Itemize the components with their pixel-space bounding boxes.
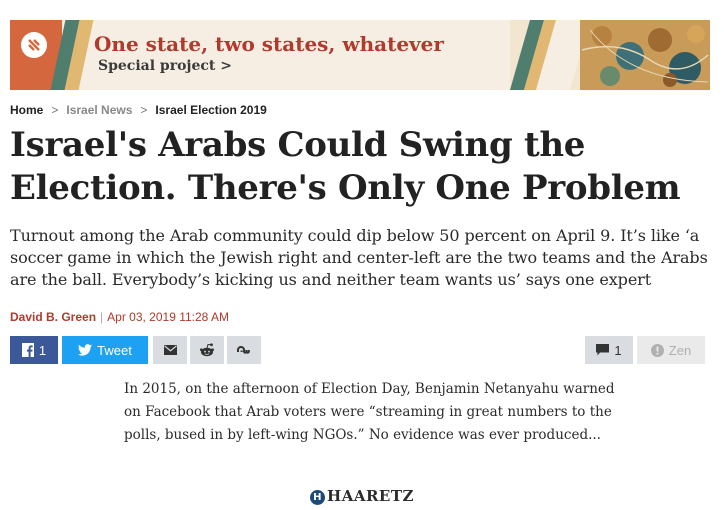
facebook-share-button[interactable]: 1 xyxy=(10,336,58,364)
article-headline: Israel's Arabs Could Swing the Election.… xyxy=(10,125,681,208)
zen-label: Zen xyxy=(668,342,692,358)
breadcrumb: Home > Israel News > Israel Election 2019 xyxy=(10,103,267,117)
haaretz-logo-icon xyxy=(21,32,47,58)
reddit-share-button[interactable] xyxy=(190,336,224,364)
breadcrumb-israel-election[interactable]: Israel Election 2019 xyxy=(155,103,266,117)
article-subtitle: Turnout among the Arab community could d… xyxy=(10,226,708,289)
tweet-button[interactable]: Tweet xyxy=(62,336,148,364)
article-teaser: In 2015, on the afternoon of Election Da… xyxy=(124,381,615,443)
banner-title[interactable]: One state, two states, whatever xyxy=(94,32,444,56)
twitter-icon xyxy=(78,344,93,356)
comment-icon xyxy=(596,344,610,356)
comments-count: 1 xyxy=(614,342,622,358)
zen-mode-button[interactable]: Zen xyxy=(637,336,705,364)
stumbleupon-share-button[interactable] xyxy=(227,336,261,364)
zen-icon xyxy=(650,343,664,357)
byline: David B. Green | Apr 03, 2019 11:28 AM xyxy=(10,310,229,324)
breadcrumb-separator: > xyxy=(140,103,148,117)
banner-subtitle-link[interactable]: Special project > xyxy=(98,58,232,74)
byline-separator: | xyxy=(100,310,104,324)
haaretz-footer-logo[interactable]: H HAARETZ xyxy=(0,487,724,505)
breadcrumb-israel-news[interactable]: Israel News xyxy=(66,103,132,117)
haaretz-mark-icon: H xyxy=(310,490,326,505)
publish-date: Apr 03, 2019 11:28 AM xyxy=(107,310,230,324)
special-project-banner[interactable]: One state, two states, whatever Special … xyxy=(10,20,710,90)
stumbleupon-icon xyxy=(237,344,251,356)
breadcrumb-home[interactable]: Home xyxy=(10,103,43,117)
comments-button[interactable]: 1 xyxy=(585,336,633,364)
email-icon xyxy=(163,345,177,355)
tweet-label: Tweet xyxy=(97,342,132,358)
facebook-share-count: 1 xyxy=(38,342,47,358)
share-bar: 1 Tweet 1 Zen xyxy=(10,336,705,364)
haaretz-wordmark: HAARETZ xyxy=(327,487,414,505)
author-link[interactable]: David B. Green xyxy=(10,310,96,324)
breadcrumb-separator: > xyxy=(51,103,59,117)
banner-map-image xyxy=(510,20,710,90)
reddit-icon xyxy=(199,343,215,357)
facebook-icon xyxy=(21,343,34,357)
email-share-button[interactable] xyxy=(153,336,187,364)
